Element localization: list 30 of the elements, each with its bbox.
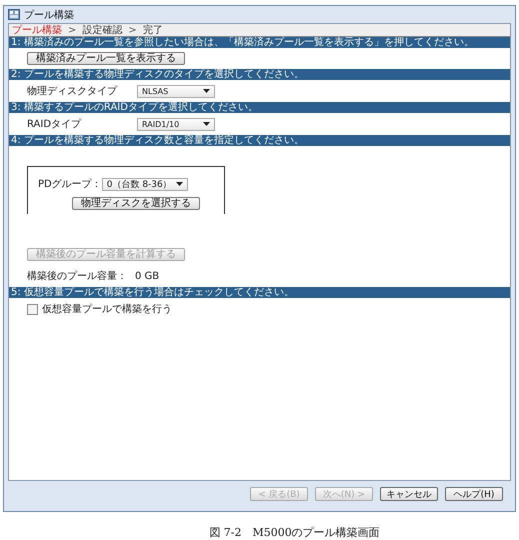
step-separator: > [128, 24, 137, 36]
select-disks-button[interactable]: 物理ディスクを選択する [72, 197, 200, 210]
capacity-value: 0 GB [135, 270, 160, 282]
step-separator: > [68, 24, 76, 36]
dropdown-arrow-icon [176, 182, 183, 186]
window-title: プール構築 [24, 8, 74, 22]
checkbox[interactable] [27, 304, 38, 314]
dropdown[interactable]: 0（台数 8-36） [102, 178, 188, 190]
dropdown-arrow-icon [203, 89, 210, 93]
dropdown[interactable]: NLSAS [137, 84, 215, 98]
app-icon [8, 9, 20, 20]
section-header: 4: プールを構築する物理ディスク数と容量を指定してください。 [9, 135, 510, 146]
capacity-label: 構築後のプール容量： [27, 270, 127, 283]
section-header: 3: 構築するプールのRAIDタイプを選択してください。 [9, 102, 510, 113]
section-header: 5: 仮想容量プールで構築を行う場合はチェックしてください。 [9, 287, 510, 298]
dropdown-arrow-icon [203, 122, 210, 126]
figure-caption: 図 7-2 M5000のプール構築画面 [208, 525, 381, 540]
dialog-button[interactable]: キャンセル [380, 487, 438, 501]
step-label: プール構築 [12, 24, 62, 36]
field-label: PDグループ： [38, 178, 102, 191]
dropdown[interactable]: RAID1/10 [137, 118, 215, 130]
field-label: RAIDタイプ [27, 118, 82, 131]
checkbox-label: 仮想容量プールで構築を行う [42, 302, 172, 316]
step-label: 完了 [142, 24, 163, 36]
section-header: 2: プールを構築する物理ディスクのタイプを選択してください。 [9, 69, 510, 80]
action-button[interactable]: 構築済みプール一覧を表示する [27, 52, 185, 65]
step-label: 設定確認 [82, 24, 122, 36]
section-header: 1: 構築済みのプール一覧を参照したい場合は、「構築済みプール一覧を表示する」を押してください。 [9, 37, 510, 48]
dialog-button[interactable]: ヘルプ(H) [445, 487, 503, 501]
field-label: 物理ディスクタイプ [27, 84, 118, 98]
